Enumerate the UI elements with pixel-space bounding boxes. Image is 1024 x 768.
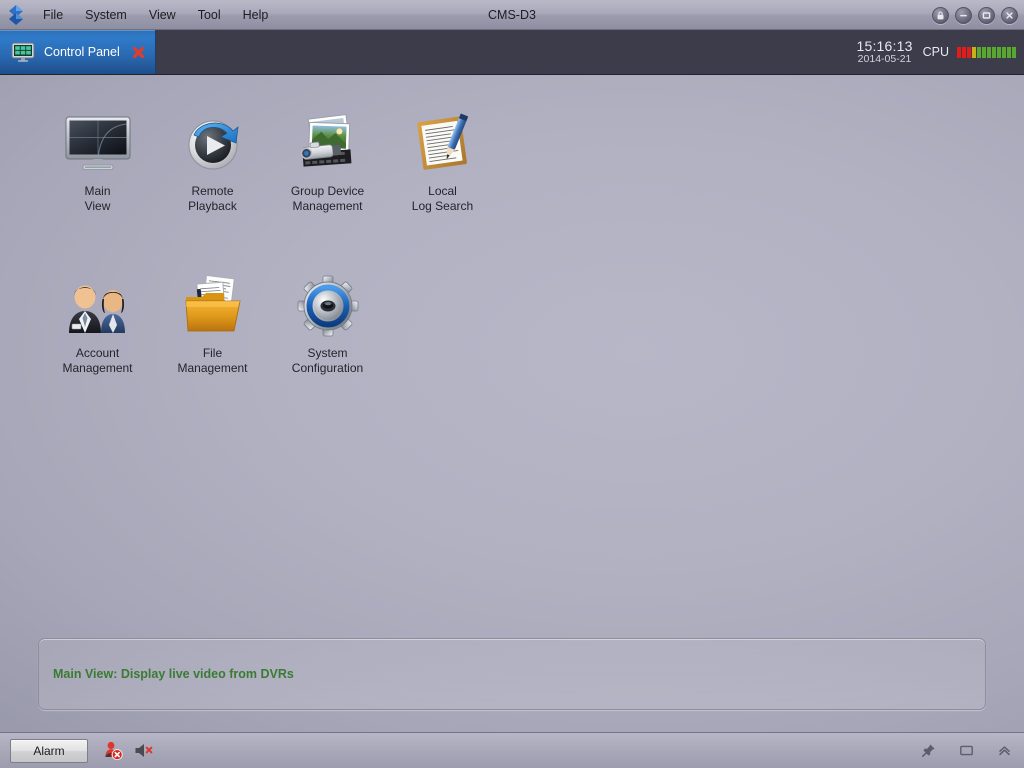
app-icon-row: Account Management File Management Syste… — [40, 267, 600, 381]
cpu-segment — [957, 46, 961, 58]
cpu-segment — [1012, 46, 1016, 58]
app-icon-remote-playback[interactable]: Remote Playback — [155, 105, 270, 219]
description-panel: Main View: Display live video from DVRs — [38, 638, 986, 710]
minimize-button[interactable] — [955, 6, 972, 24]
cpu-segment — [997, 46, 1001, 58]
app-icon-local-log-search[interactable]: Local Log Search — [385, 105, 500, 219]
menu-system[interactable]: System — [75, 3, 137, 27]
cpu-segment — [977, 46, 981, 58]
lock-button[interactable] — [932, 6, 949, 24]
playback-circle-icon — [177, 112, 249, 176]
title-bar: File System View Tool Help CMS-D3 — [0, 0, 1024, 30]
close-icon — [1006, 11, 1013, 19]
tab-control-panel[interactable]: Control Panel — [0, 30, 156, 74]
lock-icon — [937, 11, 944, 19]
app-icon-grid: Main View Remote Playback Group Device M… — [40, 105, 600, 381]
app-icon-label: Remote Playback — [188, 184, 237, 213]
description-text: Main View: Display live video from DVRs — [53, 667, 294, 681]
notepad-pen-icon — [407, 112, 479, 176]
tab-label: Control Panel — [44, 45, 120, 59]
clock: 15:16:13 2014-05-21 — [856, 37, 913, 65]
window-icon[interactable] — [958, 743, 974, 759]
app-icon-label: System Configuration — [291, 346, 364, 375]
cpu-segment — [992, 46, 996, 58]
camera-photos-icon — [292, 112, 364, 176]
tab-close-button[interactable] — [132, 46, 145, 59]
app-icon-label: Local Log Search — [411, 184, 474, 213]
app-icon-main-view[interactable]: Main View — [40, 105, 155, 219]
menu-view[interactable]: View — [139, 3, 186, 27]
close-x-icon — [132, 46, 145, 58]
app-icon-row: Main View Remote Playback Group Device M… — [40, 105, 600, 219]
user-alert-disabled-icon[interactable] — [102, 740, 124, 762]
cpu-segment — [1002, 46, 1006, 58]
maximize-icon — [982, 11, 991, 19]
tab-bar: Control Panel 15:16:13 2014-05-21 CPU — [0, 30, 1024, 75]
cpu-segment — [972, 46, 976, 58]
control-panel-desktop: Main View Remote Playback Group Device M… — [0, 75, 1024, 732]
system-tray-right — [920, 733, 1012, 768]
cpu-segment — [982, 46, 986, 58]
app-icon-group-device-management[interactable]: Group Device Management — [270, 105, 385, 219]
app-icon-label: Main View — [84, 184, 111, 213]
minimize-icon — [960, 14, 967, 16]
cpu-segment — [987, 46, 991, 58]
app-icon-label: File Management — [177, 346, 248, 375]
app-icon-account-management[interactable]: Account Management — [40, 267, 155, 381]
speaker-muted-icon[interactable] — [132, 740, 154, 762]
cpu-meter — [957, 46, 1016, 58]
clock-time: 15:16:13 — [856, 37, 913, 54]
folder-documents-icon — [177, 274, 249, 338]
tab-status-area: 15:16:13 2014-05-21 CPU — [856, 30, 1016, 74]
pin-icon[interactable] — [920, 743, 936, 759]
app-icon-label: Group Device Management — [290, 184, 365, 213]
window-controls — [932, 0, 1018, 30]
alarm-button[interactable]: Alarm — [10, 738, 88, 763]
application-window: File System View Tool Help CMS-D3 Contro… — [0, 0, 1024, 768]
menu-help[interactable]: Help — [233, 3, 279, 27]
monitor-icon — [62, 112, 134, 176]
diamond-logo-icon — [3, 2, 29, 28]
two-users-icon — [62, 274, 134, 338]
clock-date: 2014-05-21 — [857, 52, 912, 65]
maximize-button[interactable] — [978, 6, 995, 24]
menu-file[interactable]: File — [33, 3, 73, 27]
menu-bar: File System View Tool Help — [33, 0, 278, 29]
close-button[interactable] — [1001, 6, 1018, 24]
control-panel-monitor-icon — [10, 41, 36, 63]
menu-tool[interactable]: Tool — [188, 3, 231, 27]
cpu-label: CPU — [922, 45, 949, 59]
chevron-up-icon[interactable] — [996, 743, 1012, 759]
taskbar: Alarm — [0, 732, 1024, 768]
app-icon-file-management[interactable]: File Management — [155, 267, 270, 381]
gear-icon — [292, 274, 364, 338]
cpu-segment — [962, 46, 966, 58]
system-tray-left — [102, 740, 154, 762]
app-icon-system-configuration[interactable]: System Configuration — [270, 267, 385, 381]
cpu-segment — [967, 46, 971, 58]
cpu-segment — [1007, 46, 1011, 58]
app-icon-label: Account Management — [62, 346, 133, 375]
